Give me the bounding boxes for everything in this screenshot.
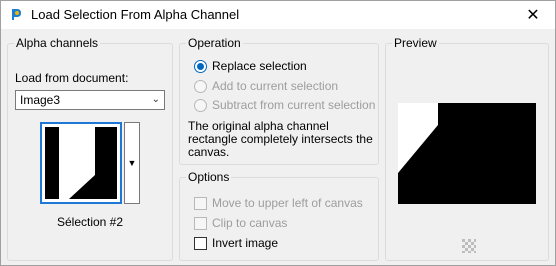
dialog-window: Load Selection From Alpha Channel ✕ Alph…	[0, 0, 556, 266]
preview-render	[398, 103, 536, 204]
radio-replace-selection[interactable]: Replace selection	[194, 58, 307, 74]
radio-subtract-from-selection[interactable]: Subtract from current selection	[194, 97, 375, 113]
window-title: Load Selection From Alpha Channel	[31, 7, 240, 22]
caret-down-icon: ▼	[127, 158, 137, 168]
checkbox-label: Move to upper left of canvas	[212, 196, 363, 210]
checkbox-clip-to-canvas[interactable]: Clip to canvas	[194, 215, 287, 231]
alpha-channels-group: Alpha channels Load from document: Image…	[7, 36, 173, 261]
close-button[interactable]: ✕	[511, 1, 555, 29]
radio-button[interactable]	[194, 98, 207, 112]
radio-label: Subtract from current selection	[212, 98, 376, 112]
operation-group: Operation Replace selection Add to curre…	[179, 36, 379, 165]
checkbox[interactable]	[194, 216, 207, 230]
checkerboard-icon[interactable]	[460, 237, 478, 255]
checkbox[interactable]	[194, 196, 207, 210]
selection-dropdown-button[interactable]: ▼	[124, 122, 140, 204]
operation-description: The original alpha channel rectangle com…	[188, 119, 373, 159]
chevron-down-icon: ⌄	[151, 94, 160, 105]
document-select[interactable]: Image3 ⌄	[15, 90, 165, 110]
radio-label: Add to current selection	[212, 79, 339, 93]
radio-add-to-selection[interactable]: Add to current selection	[194, 78, 338, 94]
document-select-value: Image3	[20, 93, 61, 107]
alpha-channels-label: Alpha channels	[14, 36, 101, 50]
operation-label: Operation	[186, 36, 243, 50]
app-icon	[9, 7, 23, 21]
checkbox-invert-image[interactable]: Invert image	[194, 235, 278, 251]
preview-label: Preview	[392, 36, 439, 50]
checkbox[interactable]	[194, 236, 207, 250]
load-from-document-label: Load from document:	[15, 71, 129, 85]
radio-button[interactable]	[194, 79, 207, 93]
options-label: Options	[186, 170, 232, 184]
selection-caption: Sélection #2	[56, 215, 124, 229]
checkbox-label: Clip to canvas	[212, 216, 288, 230]
preview-group: Preview	[385, 36, 549, 261]
options-group: Options Move to upper left of canvas Cli…	[179, 170, 379, 261]
radio-label: Replace selection	[212, 59, 307, 73]
selection-thumbnail-image	[45, 127, 117, 199]
preview-image	[398, 103, 536, 204]
radio-button[interactable]	[194, 59, 207, 73]
checkbox-label: Invert image	[212, 236, 279, 250]
title-bar: Load Selection From Alpha Channel ✕	[1, 1, 555, 29]
close-icon: ✕	[526, 7, 540, 24]
selection-thumbnail[interactable]	[40, 122, 122, 204]
checkbox-move-to-upper-left[interactable]: Move to upper left of canvas	[194, 195, 363, 211]
